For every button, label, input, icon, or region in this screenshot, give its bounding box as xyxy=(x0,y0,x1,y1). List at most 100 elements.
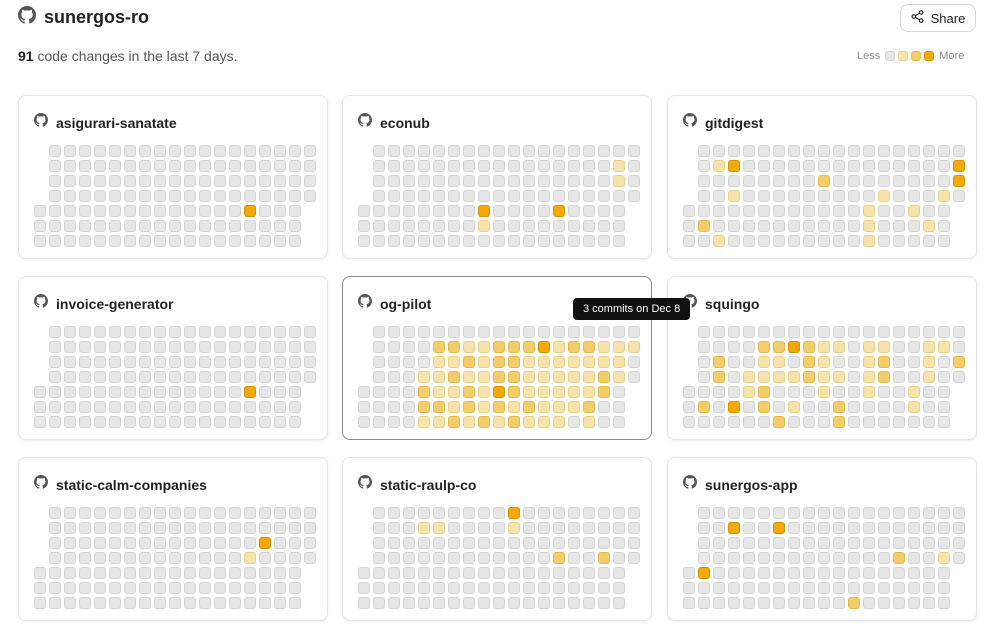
heatmap-cell[interactable] xyxy=(463,145,475,157)
heatmap-cell[interactable] xyxy=(893,371,905,383)
heatmap-cell[interactable] xyxy=(289,386,301,398)
heatmap-cell[interactable] xyxy=(154,597,166,609)
heatmap-cell[interactable] xyxy=(259,522,271,534)
heatmap-cell[interactable] xyxy=(418,597,430,609)
heatmap-cell[interactable] xyxy=(803,537,815,549)
heatmap-cell[interactable] xyxy=(553,582,565,594)
heatmap-cell[interactable] xyxy=(124,160,136,172)
heatmap-cell[interactable] xyxy=(848,145,860,157)
heatmap-cell[interactable] xyxy=(478,416,490,428)
heatmap-cell[interactable] xyxy=(433,416,445,428)
heatmap-cell[interactable] xyxy=(568,597,580,609)
heatmap-cell[interactable] xyxy=(418,356,430,368)
heatmap-cell[interactable] xyxy=(34,220,46,232)
heatmap-cell[interactable] xyxy=(229,386,241,398)
heatmap-cell[interactable] xyxy=(938,356,950,368)
heatmap-cell[interactable] xyxy=(878,341,890,353)
heatmap-cell[interactable] xyxy=(169,507,181,519)
heatmap-cell[interactable] xyxy=(79,416,91,428)
heatmap-cell[interactable] xyxy=(953,326,965,338)
heatmap-cell[interactable] xyxy=(788,235,800,247)
heatmap-cell[interactable] xyxy=(154,537,166,549)
heatmap-cell[interactable] xyxy=(418,567,430,579)
heatmap-cell[interactable] xyxy=(169,597,181,609)
heatmap-cell[interactable] xyxy=(139,326,151,338)
heatmap-cell[interactable] xyxy=(304,326,316,338)
heatmap-cell[interactable] xyxy=(64,552,76,564)
heatmap-cell[interactable] xyxy=(493,190,505,202)
heatmap-cell[interactable] xyxy=(598,371,610,383)
heatmap-cell[interactable] xyxy=(289,597,301,609)
heatmap-cell[interactable] xyxy=(833,552,845,564)
heatmap-cell[interactable] xyxy=(923,160,935,172)
heatmap-cell[interactable] xyxy=(493,326,505,338)
heatmap-cell[interactable] xyxy=(523,160,535,172)
heatmap-cell[interactable] xyxy=(863,507,875,519)
repo-card[interactable]: gitdigest xyxy=(667,95,977,259)
heatmap-cell[interactable] xyxy=(938,537,950,549)
heatmap-cell[interactable] xyxy=(583,371,595,383)
heatmap-cell[interactable] xyxy=(403,416,415,428)
heatmap-cell[interactable] xyxy=(758,537,770,549)
heatmap-cell[interactable] xyxy=(683,205,695,217)
heatmap-cell[interactable] xyxy=(773,235,785,247)
heatmap-cell[interactable] xyxy=(758,401,770,413)
heatmap-cell[interactable] xyxy=(124,522,136,534)
heatmap-cell[interactable] xyxy=(49,341,61,353)
heatmap-cell[interactable] xyxy=(698,160,710,172)
heatmap-cell[interactable] xyxy=(49,597,61,609)
heatmap-cell[interactable] xyxy=(728,401,740,413)
heatmap-cell[interactable] xyxy=(478,160,490,172)
heatmap-cell[interactable] xyxy=(64,205,76,217)
heatmap-cell[interactable] xyxy=(124,190,136,202)
heatmap-cell[interactable] xyxy=(818,582,830,594)
heatmap-cell[interactable] xyxy=(403,507,415,519)
heatmap-cell[interactable] xyxy=(169,145,181,157)
heatmap-cell[interactable] xyxy=(508,145,520,157)
heatmap-cell[interactable] xyxy=(184,552,196,564)
heatmap-cell[interactable] xyxy=(598,567,610,579)
heatmap-cell[interactable] xyxy=(613,235,625,247)
heatmap-cell[interactable] xyxy=(373,145,385,157)
heatmap-cell[interactable] xyxy=(199,341,211,353)
heatmap-cell[interactable] xyxy=(508,401,520,413)
heatmap-cell[interactable] xyxy=(139,567,151,579)
heatmap-cell[interactable] xyxy=(803,552,815,564)
heatmap-cell[interactable] xyxy=(418,582,430,594)
heatmap-cell[interactable] xyxy=(523,507,535,519)
heatmap-cell[interactable] xyxy=(373,401,385,413)
heatmap-cell[interactable] xyxy=(938,401,950,413)
heatmap-cell[interactable] xyxy=(713,522,725,534)
heatmap-cell[interactable] xyxy=(893,356,905,368)
heatmap-cell[interactable] xyxy=(184,416,196,428)
heatmap-cell[interactable] xyxy=(139,145,151,157)
heatmap-cell[interactable] xyxy=(833,220,845,232)
heatmap-cell[interactable] xyxy=(743,371,755,383)
heatmap-cell[interactable] xyxy=(848,175,860,187)
heatmap-cell[interactable] xyxy=(169,386,181,398)
heatmap-cell[interactable] xyxy=(583,190,595,202)
heatmap-cell[interactable] xyxy=(743,341,755,353)
heatmap-cell[interactable] xyxy=(598,235,610,247)
heatmap-cell[interactable] xyxy=(139,416,151,428)
heatmap-cell[interactable] xyxy=(109,356,121,368)
heatmap-cell[interactable] xyxy=(433,537,445,549)
heatmap-cell[interactable] xyxy=(893,401,905,413)
heatmap-cell[interactable] xyxy=(538,537,550,549)
heatmap-cell[interactable] xyxy=(259,356,271,368)
heatmap-cell[interactable] xyxy=(109,190,121,202)
heatmap-cell[interactable] xyxy=(139,597,151,609)
heatmap-cell[interactable] xyxy=(803,160,815,172)
heatmap-cell[interactable] xyxy=(418,190,430,202)
heatmap-cell[interactable] xyxy=(598,145,610,157)
heatmap-cell[interactable] xyxy=(923,537,935,549)
heatmap-cell[interactable] xyxy=(508,220,520,232)
heatmap-cell[interactable] xyxy=(538,326,550,338)
heatmap-cell[interactable] xyxy=(478,522,490,534)
heatmap-cell[interactable] xyxy=(433,326,445,338)
heatmap-cell[interactable] xyxy=(743,582,755,594)
heatmap-cell[interactable] xyxy=(274,341,286,353)
heatmap-cell[interactable] xyxy=(758,552,770,564)
heatmap-cell[interactable] xyxy=(758,326,770,338)
heatmap-cell[interactable] xyxy=(848,537,860,549)
